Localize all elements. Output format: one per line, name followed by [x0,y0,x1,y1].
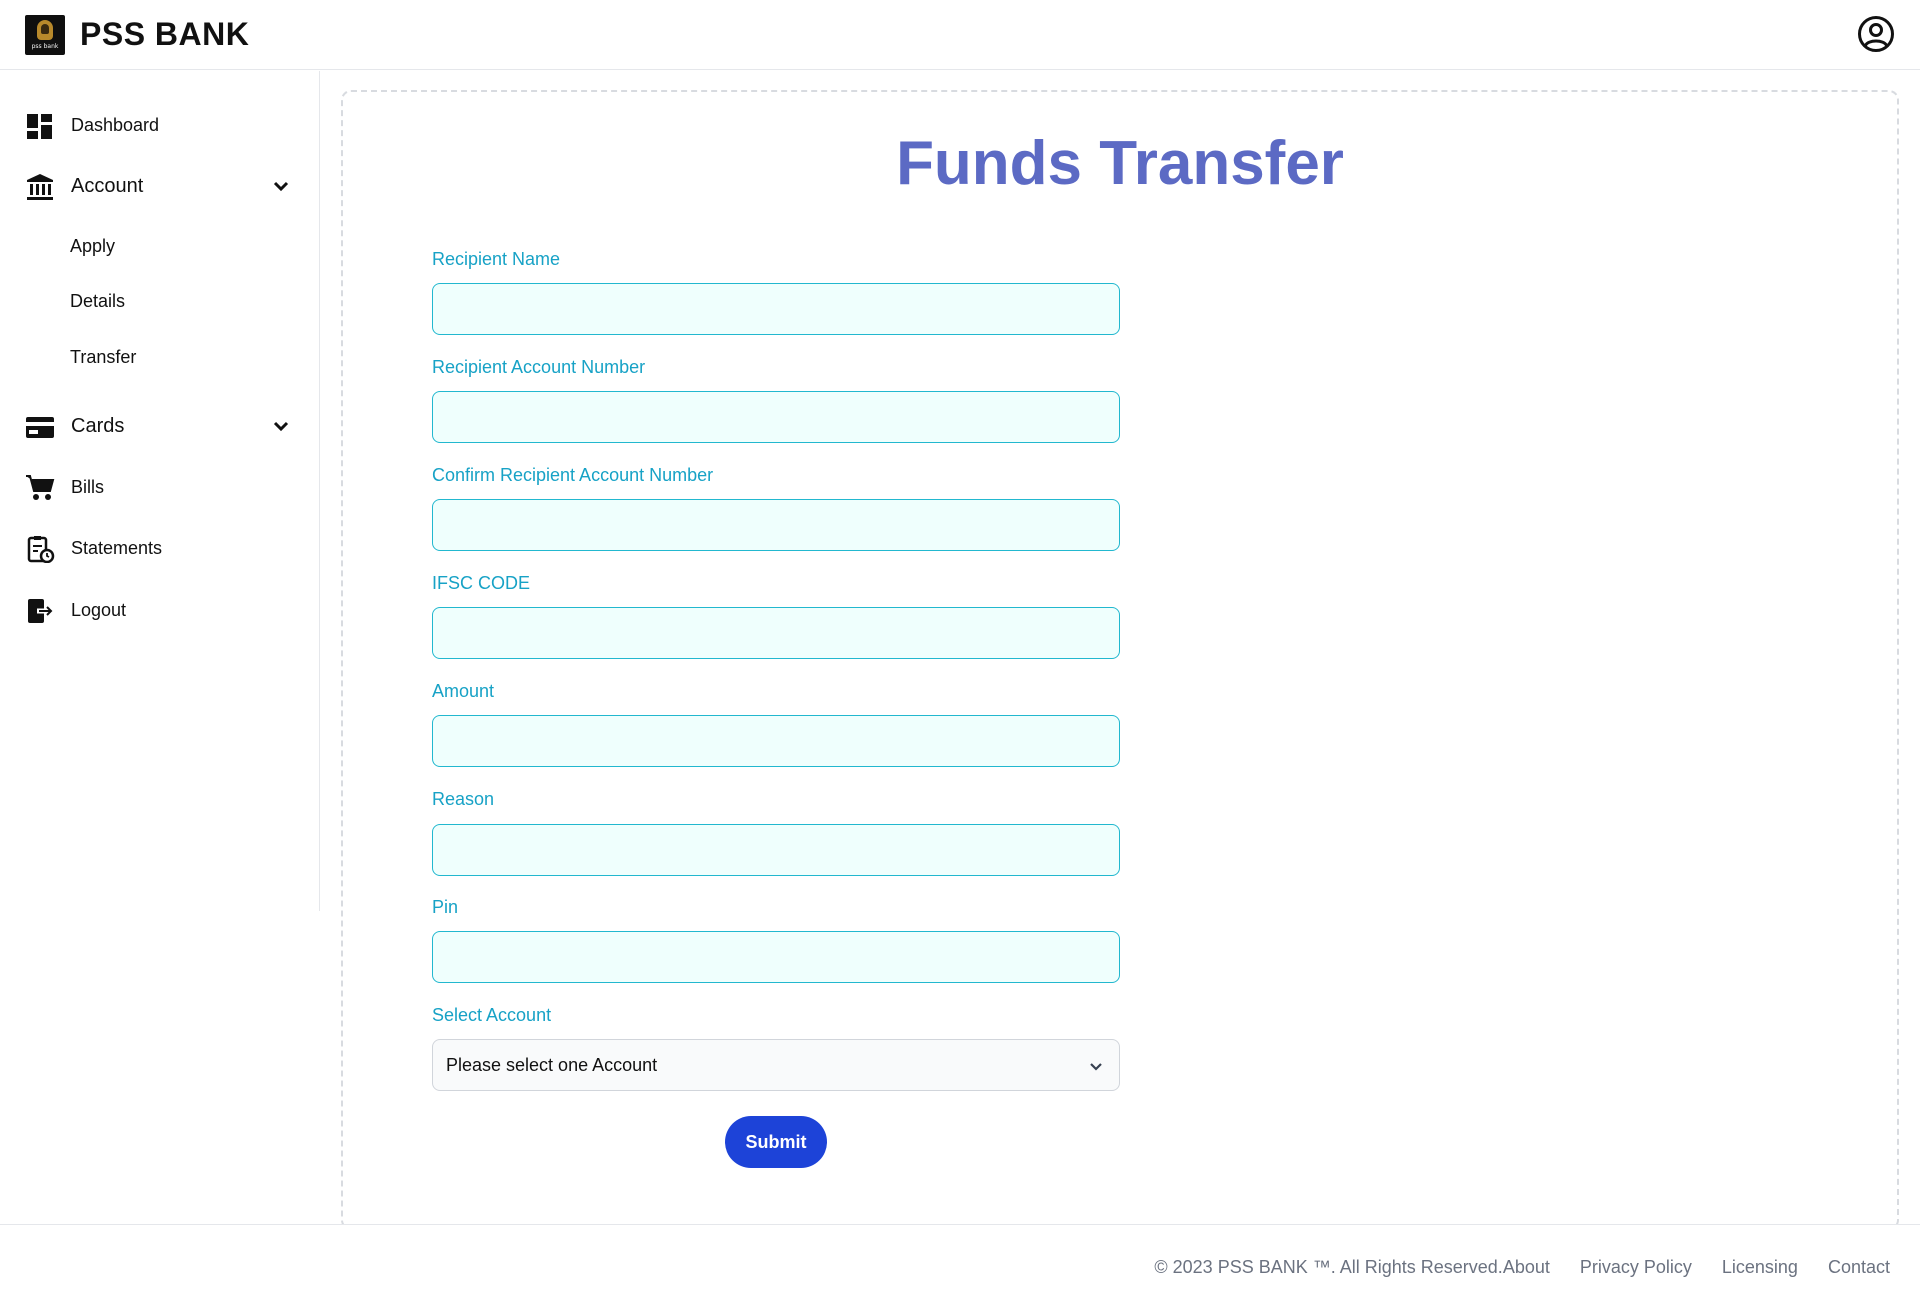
submit-button[interactable]: Submit [725,1116,827,1168]
cart-icon [26,475,55,500]
confirm-account-input[interactable] [432,499,1120,551]
chevron-down-icon[interactable] [271,416,291,436]
recipient-name-input[interactable] [432,283,1120,335]
sidebar-item-cards[interactable]: Cards [0,404,320,448]
sidebar-item-label: Logout [71,599,127,620]
sidebar-item-logout[interactable]: Logout [0,588,320,632]
footer-link-licensing[interactable]: Licensing [1722,1257,1798,1278]
footer-link-privacy[interactable]: Privacy Policy [1580,1257,1692,1278]
recipient-account-input[interactable] [432,391,1120,443]
recipient-name-label: Recipient Name [432,249,561,269]
confirm-account-label: Confirm Recipient Account Number [432,465,714,485]
sidebar-subitem-apply[interactable]: Apply [70,236,115,257]
sidebar-subitem-details[interactable]: Details [70,291,125,312]
account-select[interactable]: Please select one Account [432,1039,1120,1091]
amount-label: Amount [432,681,495,701]
top-header: pss bank PSS BANK [0,0,1920,70]
reason-label: Reason [432,789,495,809]
sidebar-item-label: Cards [71,414,125,437]
chevron-down-icon [1090,1063,1102,1071]
page-title: Funds Transfer [896,129,1344,198]
pin-input[interactable] [432,931,1120,983]
sidebar-item-label: Bills [71,476,105,497]
sidebar-item-label: Statements [71,537,163,558]
account-select-value: Please select one Account [446,1055,658,1075]
brand-name[interactable]: PSS BANK [80,16,249,53]
pin-label: Pin [432,897,459,917]
user-circle-icon[interactable] [1857,15,1895,53]
footer: © 2023 PSS BANK ™. All Rights Reserved. … [0,1224,1920,1312]
footer-link-contact[interactable]: Contact [1828,1257,1890,1278]
sidebar-subitem-transfer[interactable]: Transfer [70,347,136,368]
footer-line: © 2023 PSS BANK ™. All Rights Reserved. … [1154,1257,1890,1278]
logo-text: pss bank [31,43,59,50]
ifsc-input[interactable] [432,607,1120,659]
reason-input[interactable] [432,824,1120,876]
copyright-text: © 2023 PSS BANK ™. All Rights Reserved. [1154,1257,1503,1277]
ifsc-label: IFSC CODE [432,573,531,593]
footer-link-about[interactable]: About [1503,1257,1550,1278]
select-account-label: Select Account [432,1005,552,1025]
sidebar-item-bills[interactable]: Bills [0,465,320,509]
bank-logo[interactable]: pss bank [25,15,65,55]
clipboard-clock-icon [27,536,55,563]
amount-input[interactable] [432,715,1120,767]
logout-icon [28,599,53,623]
recipient-account-label: Recipient Account Number [432,357,646,377]
sidebar-item-statements[interactable]: Statements [0,526,320,570]
credit-card-icon [26,417,54,438]
